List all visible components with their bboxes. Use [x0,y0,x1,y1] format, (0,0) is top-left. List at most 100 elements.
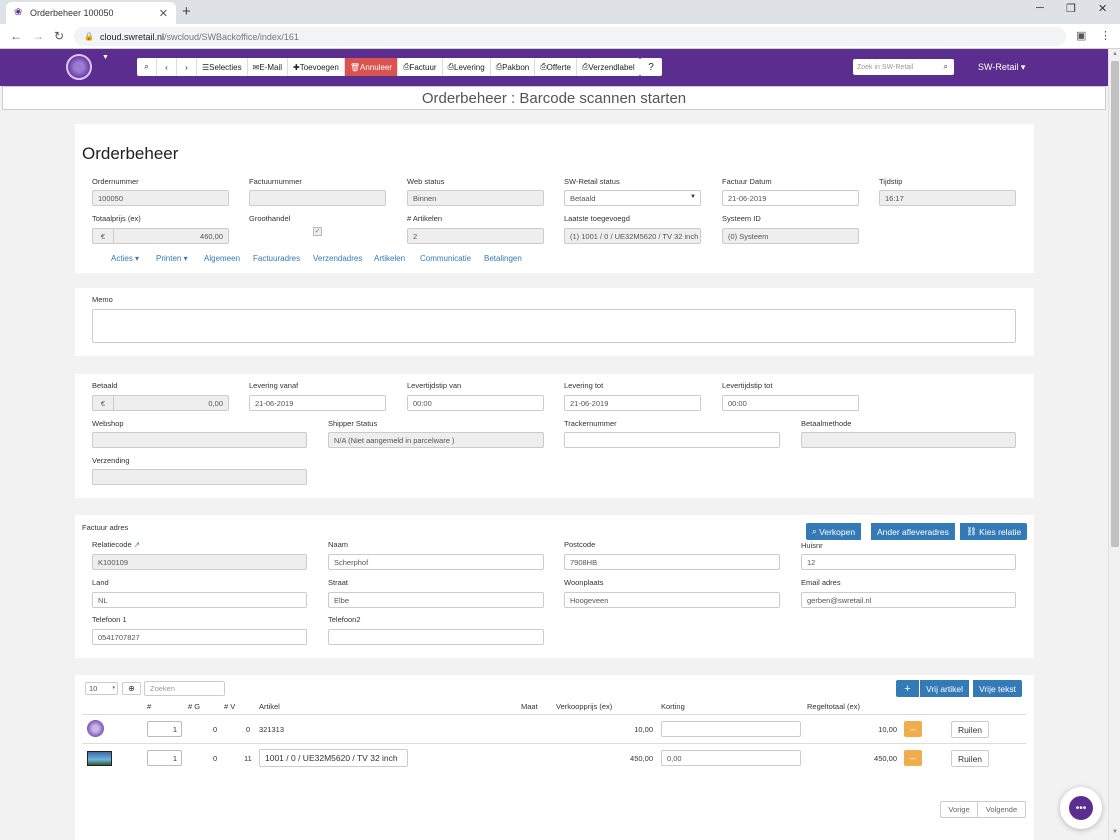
tijdstip-field[interactable]: 16:17 [879,190,1016,206]
straat-field[interactable]: Elbe [328,592,544,608]
verzendlabel-button[interactable]: ⎙ Verzendlabel [577,58,640,76]
betaald-field[interactable]: 0,00 [113,395,229,411]
verzending-field[interactable] [92,469,307,485]
cell-regeltotaal: 450,00 [874,754,897,763]
new-tab-icon[interactable]: + [182,3,191,20]
land-field[interactable]: NL [92,592,307,608]
close-window-icon[interactable]: ✕ [1098,2,1107,15]
web-status-field[interactable]: Binnen [407,190,544,206]
pakbon-button[interactable]: ⎙ Pakbon [491,58,536,76]
download-circle-icon[interactable]: ⊕ [122,682,141,695]
logo-icon[interactable] [66,54,92,80]
ander-afleveradres-button[interactable]: Ander afleveradres [871,523,955,540]
woonplaats-field[interactable]: Hoogeveen [564,592,780,608]
scroll-down-icon[interactable]: ▼ [1112,829,1118,835]
korting-input[interactable]: 0,00 [661,750,801,766]
sw-status-select[interactable]: Betaald ▼ [564,190,701,206]
next-icon[interactable]: › [177,58,197,76]
trackernummer-field[interactable] [564,432,780,448]
webshop-field[interactable] [92,432,307,448]
levertijd-tot-field[interactable]: 00:00 [722,395,859,411]
tab-algemeen[interactable]: Algemeen [204,254,240,263]
artikelen-count-field[interactable]: 2 [407,228,544,244]
search-icon[interactable]: ⌕ [137,58,157,76]
page-scrollbar[interactable]: ▲ ▼ [1108,49,1120,840]
email-button[interactable]: ✉ E-Mail [248,58,289,76]
ordernummer-field[interactable]: 100050 [92,190,229,206]
factuurnummer-field[interactable] [249,190,386,206]
chat-widget[interactable]: ••• [1060,787,1102,829]
kies-relatie-button[interactable]: ⛓ Kies relatie [960,523,1028,540]
vrij-artikel-button[interactable]: Vrij artikel [920,680,969,697]
logo-dropdown-icon[interactable]: ▼ [102,54,109,61]
annuleer-label: Annuleer [360,62,393,72]
levering-tot-field[interactable]: 21-06-2019 [564,395,701,411]
shipper-status-field[interactable]: N/A (Niet aangemeld in parcelware ) [328,432,544,448]
volgende-button[interactable]: Volgende [977,801,1026,818]
add-article-icon[interactable]: + [896,680,919,697]
levering-vanaf-field[interactable]: 21-06-2019 [249,395,386,411]
tab-factuuradres[interactable]: Factuuradres [253,254,300,263]
tab-betalingen[interactable]: Betalingen [484,254,522,263]
remove-row-button[interactable]: – [904,721,922,737]
offerte-button[interactable]: ⎙ Offerte [535,58,577,76]
totaalprijs-field[interactable]: 460,00 [113,228,229,244]
browser-tab[interactable]: ❀ Orderbeheer 100050 ✕ [6,2,176,24]
profile-icon[interactable]: ▣ [1076,29,1086,42]
levertijd-van-field[interactable]: 00:00 [407,395,544,411]
laatste-field[interactable]: (1) 1001 / 0 / UE32M5620 / TV 32 inch [564,228,701,244]
minimize-icon[interactable]: ─ [1036,2,1044,14]
external-link-icon[interactable]: ↗ [134,540,140,549]
betaalmethode-field[interactable] [801,432,1016,448]
memo-textarea[interactable] [92,309,1016,343]
toevoegen-button[interactable]: ✚ Toevoegen [288,58,345,76]
acties-dropdown[interactable]: Acties ▾ [111,254,139,263]
email-field[interactable]: gerben@swretail.nl [801,592,1016,608]
systeem-id-field[interactable]: (0) Systeem [722,228,859,244]
artikel-field[interactable]: 1001 / 0 / UE32M5620 / TV 32 inch [259,749,408,767]
vorige-button[interactable]: Vorige [940,801,978,818]
annuleer-button[interactable]: 🗑 Annuleer [344,58,399,76]
verkopen-label: Verkopen [819,526,856,537]
tab-artikelen[interactable]: Artikelen [374,254,405,263]
help-icon[interactable]: ? [640,58,662,76]
verkopen-button[interactable]: ⌕ Verkopen [806,523,862,540]
forward-icon[interactable]: → [32,29,44,43]
levering-button[interactable]: ⎙ Levering [443,58,491,76]
article-search-input[interactable]: Zoeken [144,681,225,696]
ruilen-button[interactable]: Ruilen [951,750,989,767]
quantity-input[interactable]: 1 [147,750,182,766]
url-input[interactable]: 🔒 cloud.swretail.nl /swcloud/SWBackoffic… [74,27,1066,46]
restore-icon[interactable]: ❐ [1066,2,1076,15]
naam-field[interactable]: Scherphof [328,554,544,570]
user-menu[interactable]: SW-Retail ▾ [978,62,1025,73]
quantity-input[interactable]: 1 [147,721,182,737]
app-search-input[interactable]: Zoek in SW-Retail ⌕ [853,59,954,75]
huisnr-field[interactable]: 12 [801,554,1016,570]
ruilen-button[interactable]: Ruilen [951,721,989,738]
printen-label: Printen [156,254,182,263]
menu-dots-icon[interactable]: ⋮ [1100,29,1111,42]
close-tab-icon[interactable]: ✕ [159,7,168,20]
back-icon[interactable]: ← [10,29,22,43]
prev-icon[interactable]: ‹ [157,58,177,76]
scroll-thumb[interactable] [1111,61,1119,547]
reload-icon[interactable]: ↻ [54,29,64,43]
factuur-datum-field[interactable]: 21-06-2019 [722,190,859,206]
tab-verzendadres[interactable]: Verzendadres [313,254,362,263]
tab-communicatie[interactable]: Communicatie [420,254,471,263]
selecties-button[interactable]: ☰ Selecties [197,58,248,76]
page-size-select[interactable]: 10 ▾ [85,682,118,695]
groothandel-checkbox[interactable]: ✓ [313,227,322,236]
telefoon2-field[interactable] [328,629,544,645]
korting-input[interactable] [661,721,801,737]
search-icon[interactable]: ⌕ [944,62,948,72]
vrije-tekst-button[interactable]: Vrije tekst [973,680,1023,697]
factuur-button[interactable]: ⎙ Factuur [398,58,443,76]
postcode-field[interactable]: 7908HB [564,554,780,570]
printen-dropdown[interactable]: Printen ▾ [156,254,188,263]
telefoon1-field[interactable]: 0541707827 [92,629,307,645]
remove-row-button[interactable]: – [904,750,922,766]
relatiecode-field[interactable]: K100109 [92,554,307,570]
scroll-up-icon[interactable]: ▲ [1112,51,1118,57]
